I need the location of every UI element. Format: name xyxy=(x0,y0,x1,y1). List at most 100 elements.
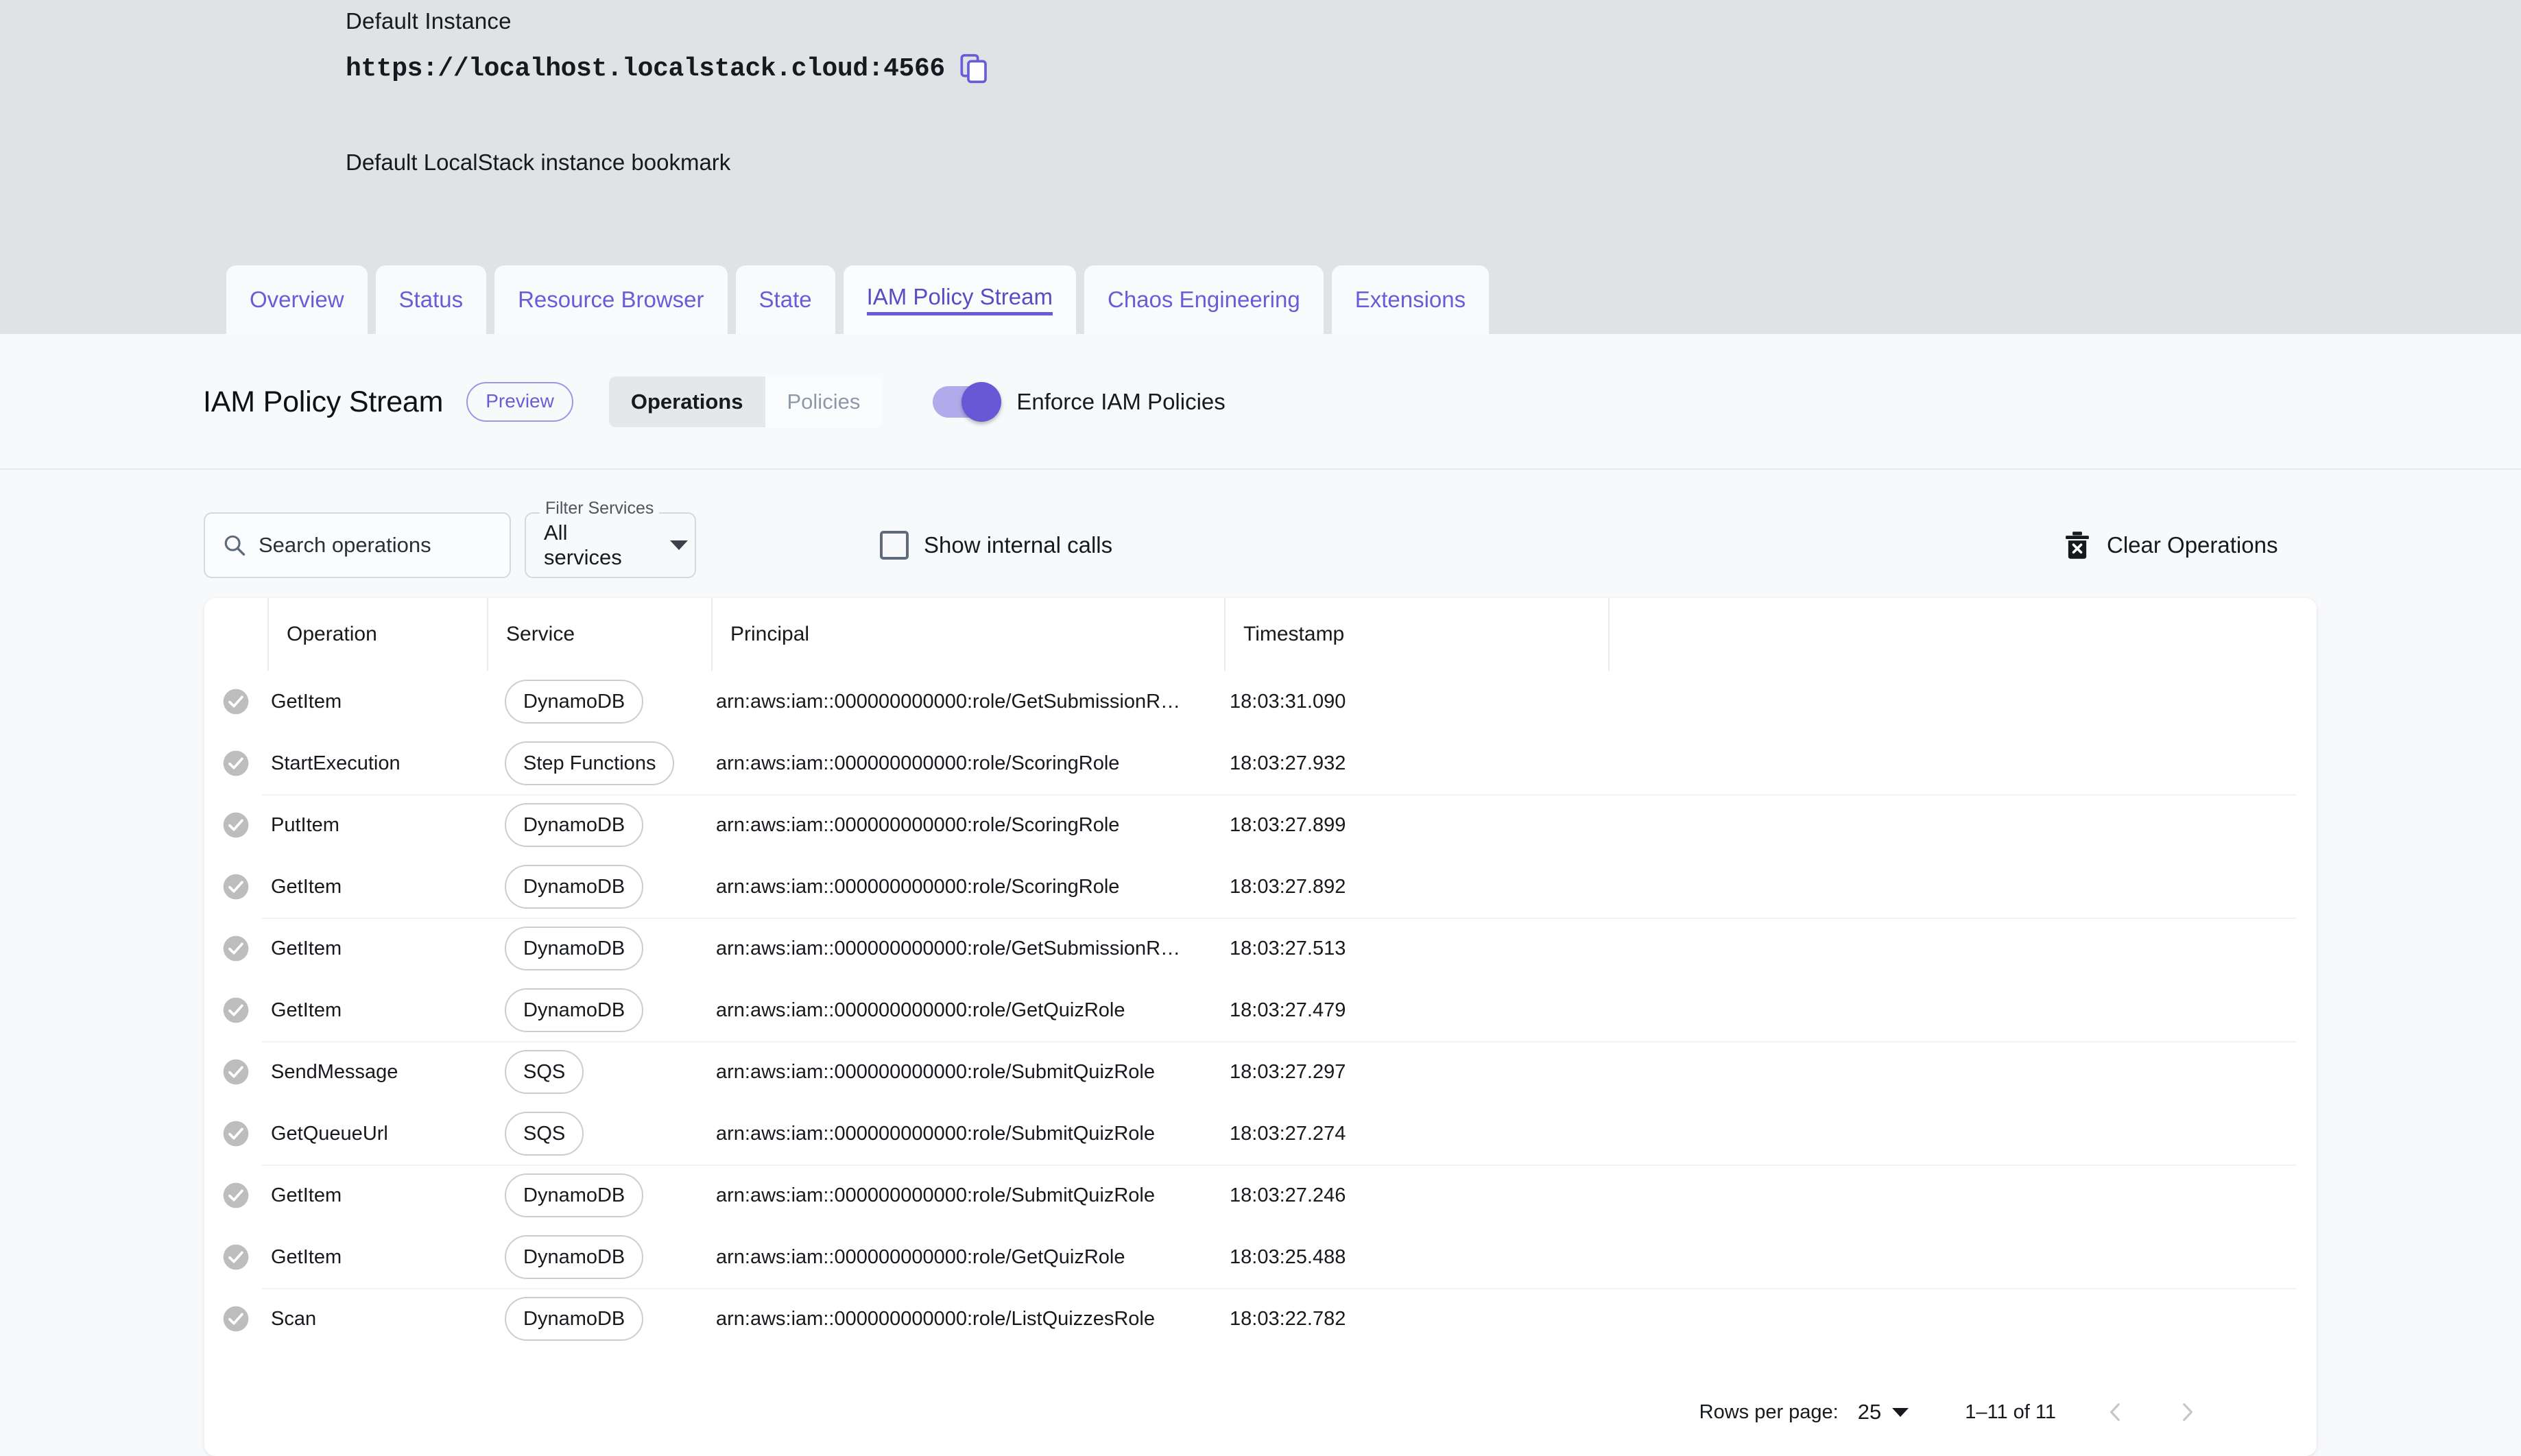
cell-timestamp: 18:03:25.488 xyxy=(1230,1245,1346,1268)
rows-per-page-select[interactable]: 25 xyxy=(1858,1400,1909,1424)
cell-service: SQS xyxy=(487,1050,711,1094)
tab-overview[interactable]: Overview xyxy=(226,265,368,334)
header-service: Service xyxy=(487,598,711,671)
row-status-icon xyxy=(204,935,267,962)
service-chip: Step Functions xyxy=(505,741,675,785)
instance-tabbar: Overview Status Resource Browser State I… xyxy=(226,265,1490,334)
filter-services-value: All services xyxy=(544,521,622,569)
cell-operation: PutItem xyxy=(271,813,339,836)
tab-label: State xyxy=(758,287,812,312)
cell-timestamp: 18:03:27.932 xyxy=(1230,752,1346,774)
header-principal: Principal xyxy=(711,598,1224,671)
cell-operation: GetItem xyxy=(271,875,342,898)
clear-operations-button[interactable]: Clear Operations xyxy=(2064,512,2278,578)
rows-per-page-label: Rows per page: xyxy=(1699,1400,1839,1423)
row-status-icon xyxy=(204,1182,267,1209)
cell-service: SQS xyxy=(487,1112,711,1156)
tab-state[interactable]: State xyxy=(735,265,835,334)
table-row[interactable]: Scan DynamoDB arn:aws:iam::000000000000:… xyxy=(204,1288,2317,1350)
tab-iam-policy-stream[interactable]: IAM Policy Stream xyxy=(843,265,1076,334)
row-status-icon xyxy=(204,750,267,777)
cell-timestamp: 18:03:27.899 xyxy=(1230,813,1346,836)
cell-operation: GetItem xyxy=(271,1245,342,1268)
page-title: IAM Policy Stream xyxy=(203,385,444,418)
trash-icon xyxy=(2064,531,2090,560)
row-status-icon xyxy=(204,1058,267,1086)
previous-page-button[interactable] xyxy=(2104,1398,2127,1426)
row-status-icon xyxy=(204,688,267,715)
table-row[interactable]: GetQueueUrl SQS arn:aws:iam::00000000000… xyxy=(204,1103,2317,1165)
cell-principal: arn:aws:iam::000000000000:role/ScoringRo… xyxy=(716,813,1120,836)
cell-principal: arn:aws:iam::000000000000:role/SubmitQui… xyxy=(716,1122,1155,1145)
cell-operation: GetItem xyxy=(271,999,342,1021)
enforce-iam-policies-toggle[interactable]: Enforce IAM Policies xyxy=(933,382,1226,422)
table-row[interactable]: GetItem DynamoDB arn:aws:iam::0000000000… xyxy=(204,1165,2317,1226)
chevron-down-icon xyxy=(1892,1407,1909,1417)
table-row[interactable]: PutItem DynamoDB arn:aws:iam::0000000000… xyxy=(204,794,2317,856)
table-row[interactable]: GetItem DynamoDB arn:aws:iam::0000000000… xyxy=(204,856,2317,918)
header-timestamp: Timestamp xyxy=(1224,598,1608,671)
cell-timestamp: 18:03:27.246 xyxy=(1230,1184,1346,1206)
table-row[interactable]: GetItem DynamoDB arn:aws:iam::0000000000… xyxy=(204,979,2317,1041)
instance-endpoint-row: https://localhost.localstack.cloud:4566 xyxy=(346,53,988,84)
service-chip: DynamoDB xyxy=(505,988,644,1032)
cell-timestamp: 18:03:27.297 xyxy=(1230,1060,1346,1083)
service-chip: SQS xyxy=(505,1112,584,1156)
header-spacer xyxy=(1608,598,1773,671)
checkbox-icon[interactable] xyxy=(880,531,909,560)
table-row[interactable]: SendMessage SQS arn:aws:iam::00000000000… xyxy=(204,1041,2317,1103)
cell-service: DynamoDB xyxy=(487,1173,711,1217)
show-internal-calls-checkbox[interactable]: Show internal calls xyxy=(880,512,1112,578)
cell-timestamp: 18:03:27.513 xyxy=(1230,937,1346,959)
next-page-button[interactable] xyxy=(2175,1398,2199,1426)
view-segmented-control: Operations Policies xyxy=(608,377,883,427)
filter-services-control[interactable]: All services xyxy=(525,512,696,578)
pagination-range: 1–11 of 11 xyxy=(1965,1400,2056,1423)
cell-operation: GetItem xyxy=(271,1184,342,1206)
cell-principal: arn:aws:iam::000000000000:role/GetSubmis… xyxy=(716,937,1181,959)
cell-service: DynamoDB xyxy=(487,865,711,909)
cell-timestamp: 18:03:31.090 xyxy=(1230,690,1346,713)
table-row[interactable]: GetItem DynamoDB arn:aws:iam::0000000000… xyxy=(204,671,2317,732)
cell-principal: arn:aws:iam::000000000000:role/ScoringRo… xyxy=(716,875,1120,898)
toggle-label: Enforce IAM Policies xyxy=(1016,389,1226,414)
filter-services-label: Filter Services xyxy=(540,499,660,518)
search-input[interactable]: Search operations xyxy=(259,533,431,558)
toggle-switch[interactable] xyxy=(933,382,1002,422)
instance-endpoint-url: https://localhost.localstack.cloud:4566 xyxy=(346,53,945,84)
tab-label: Chaos Engineering xyxy=(1108,287,1300,312)
toggle-knob xyxy=(961,382,1002,422)
copy-icon[interactable] xyxy=(960,53,988,84)
tab-resource-browser[interactable]: Resource Browser xyxy=(494,265,728,334)
show-internal-calls-label: Show internal calls xyxy=(924,532,1113,558)
preview-badge[interactable]: Preview xyxy=(466,382,573,422)
service-chip: SQS xyxy=(505,1050,584,1094)
cell-timestamp: 18:03:27.892 xyxy=(1230,875,1346,898)
instance-subtitle: Default LocalStack instance bookmark xyxy=(346,150,731,175)
tab-chaos-engineering[interactable]: Chaos Engineering xyxy=(1084,265,1324,334)
operations-table-card: Operation Service Principal Timestamp Ge… xyxy=(204,598,2317,1456)
segment-policies[interactable]: Policies xyxy=(765,377,883,427)
table-row[interactable]: StartExecution Step Functions arn:aws:ia… xyxy=(204,732,2317,794)
page-header: IAM Policy Stream Preview Operations Pol… xyxy=(0,334,2521,470)
row-status-icon xyxy=(204,873,267,900)
tab-label: Extensions xyxy=(1354,287,1466,312)
clear-operations-label: Clear Operations xyxy=(2107,532,2278,558)
table-row[interactable]: GetItem DynamoDB arn:aws:iam::0000000000… xyxy=(204,918,2317,979)
segment-operations[interactable]: Operations xyxy=(608,377,765,427)
cell-operation: GetItem xyxy=(271,937,342,959)
filter-bar: Search operations All services Filter Se… xyxy=(0,470,2521,599)
service-chip: DynamoDB xyxy=(505,680,644,724)
service-chip: DynamoDB xyxy=(505,1235,644,1279)
tab-status[interactable]: Status xyxy=(375,265,487,334)
cell-operation: GetQueueUrl xyxy=(271,1122,388,1145)
tab-extensions[interactable]: Extensions xyxy=(1331,265,1490,334)
table-header-row: Operation Service Principal Timestamp xyxy=(204,598,2317,671)
service-chip: DynamoDB xyxy=(505,1297,644,1341)
service-chip: DynamoDB xyxy=(505,803,644,847)
filter-services-select[interactable]: All services Filter Services xyxy=(525,499,696,578)
row-status-icon xyxy=(204,1120,267,1147)
search-operations-field[interactable]: Search operations xyxy=(204,512,511,578)
cell-service: DynamoDB xyxy=(487,988,711,1032)
table-row[interactable]: GetItem DynamoDB arn:aws:iam::0000000000… xyxy=(204,1226,2317,1288)
